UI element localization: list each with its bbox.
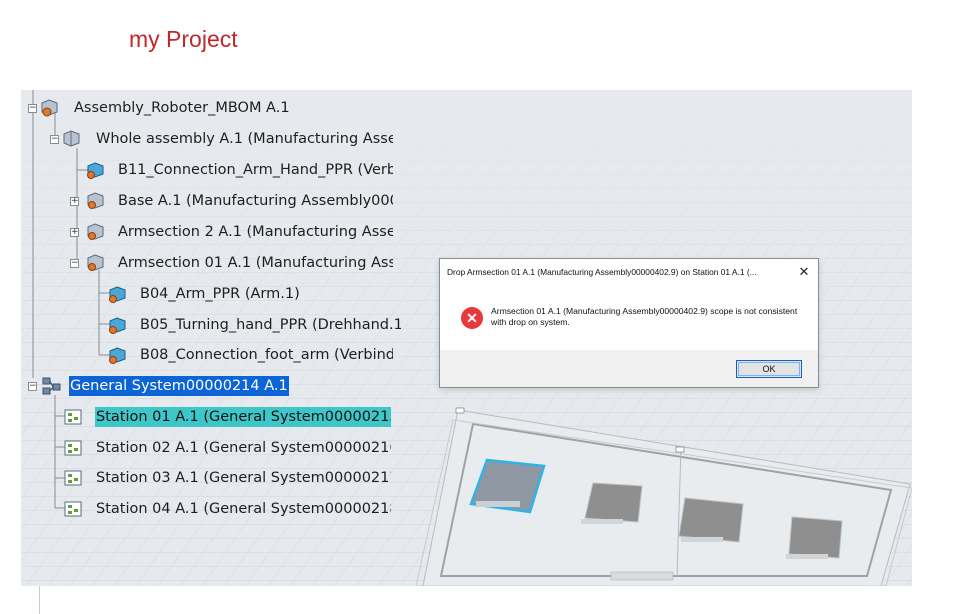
part-icon xyxy=(109,317,126,334)
tree-node-b05-turning-hand[interactable]: B05_Turning_hand_PPR (Drehhand.1) xyxy=(107,314,401,336)
tree-node-whole-assembly[interactable]: Whole assembly A.1 (Manufacturing Assem xyxy=(63,128,393,150)
collapse-toggle[interactable]: − xyxy=(28,382,37,391)
tree-node-label: B05_Turning_hand_PPR (Drehhand.1) xyxy=(140,317,401,333)
station-icon xyxy=(64,470,82,486)
station-icon xyxy=(64,409,82,425)
tree-line-continuation xyxy=(39,586,40,614)
assembly-icon xyxy=(87,254,104,271)
expand-toggle[interactable]: + xyxy=(70,228,79,237)
tree-node-b11-connection[interactable]: B11_Connection_Arm_Hand_PPR (Verbir xyxy=(85,159,393,181)
page-title: my Project xyxy=(129,26,238,52)
tree-node-armsection-2[interactable]: Armsection 2 A.1 (Manufacturing Assem xyxy=(85,221,393,243)
part-icon xyxy=(109,347,126,364)
tree-node-label: Armsection 2 A.1 (Manufacturing Assem xyxy=(118,224,393,240)
collapse-toggle[interactable]: − xyxy=(70,259,79,268)
part-icon xyxy=(109,286,126,303)
tree-node-station-03[interactable]: Station 03 A.1 (General System00000217.3… xyxy=(63,467,391,489)
collapse-toggle[interactable]: − xyxy=(28,104,37,113)
tree-node-label: Station 01 A.1 (General System00000215.1 xyxy=(95,407,391,427)
assembly-icon xyxy=(41,99,58,117)
close-icon[interactable]: ✕ xyxy=(790,259,818,285)
tree-node-base[interactable]: Base A.1 (Manufacturing Assembly0000( xyxy=(85,190,393,212)
tree-node-b04-arm[interactable]: B04_Arm_PPR (Arm.1) xyxy=(107,283,301,305)
tree-node-label: Whole assembly A.1 (Manufacturing Assem xyxy=(96,131,393,147)
error-dialog: Drop Armsection 01 A.1 (Manufacturing As… xyxy=(439,258,819,388)
tree-node-label: Assembly_Roboter_MBOM A.1 xyxy=(74,100,290,116)
tree-node-assembly-roboter[interactable]: Assembly_Roboter_MBOM A.1 xyxy=(41,97,291,119)
tree-node-general-system[interactable]: General System00000214 A.1 xyxy=(41,375,289,397)
tree-node-station-04[interactable]: Station 04 A.1 (General System00000218.4… xyxy=(63,498,391,520)
tree-node-label: Station 03 A.1 (General System00000217.3… xyxy=(96,470,391,486)
tree-node-label: Base A.1 (Manufacturing Assembly0000( xyxy=(118,193,393,209)
assembly-icon xyxy=(87,192,104,209)
tree-node-station-01[interactable]: Station 01 A.1 (General System00000215.1 xyxy=(63,406,391,428)
error-icon: ✕ xyxy=(461,307,483,329)
dialog-message: Armsection 01 A.1 (Manufacturing Assembl… xyxy=(491,306,798,327)
dialog-titlebar[interactable]: Drop Armsection 01 A.1 (Manufacturing As… xyxy=(440,259,818,285)
tree-node-label: Station 04 A.1 (General System00000218.4… xyxy=(96,501,391,517)
ok-button[interactable]: OK xyxy=(736,360,802,378)
system-icon xyxy=(42,377,61,395)
station-04-box[interactable] xyxy=(786,516,843,559)
assembly-icon xyxy=(87,223,104,240)
tree-node-label: B11_Connection_Arm_Hand_PPR (Verbir xyxy=(118,162,393,178)
station-icon xyxy=(64,501,82,517)
tree-node-label: B08_Connection_foot_arm (Verbindu xyxy=(140,347,393,363)
station-icon xyxy=(64,440,82,456)
tree-node-b08-connection-foot[interactable]: B08_Connection_foot_arm (Verbindu xyxy=(107,344,393,366)
assembly-icon xyxy=(63,130,80,147)
tree-node-label: Station 02 A.1 (General System00000216.2… xyxy=(96,440,391,456)
dialog-title: Drop Armsection 01 A.1 (Manufacturing As… xyxy=(447,267,757,277)
tree-node-label: Armsection 01 A.1 (Manufacturing Asser xyxy=(118,255,393,271)
part-icon xyxy=(87,162,104,179)
collapse-toggle[interactable]: − xyxy=(50,135,59,144)
expand-toggle[interactable]: + xyxy=(70,197,79,206)
tree-node-label: General System00000214 A.1 xyxy=(69,376,289,396)
tree-node-armsection-01[interactable]: Armsection 01 A.1 (Manufacturing Asser xyxy=(85,252,393,274)
station-03-box[interactable] xyxy=(678,497,744,543)
tree-node-label: B04_Arm_PPR (Arm.1) xyxy=(140,286,300,302)
dialog-body: ✕ Armsection 01 A.1 (Manufacturing Assem… xyxy=(440,285,818,350)
tree-node-station-02[interactable]: Station 02 A.1 (General System00000216.2… xyxy=(63,437,391,459)
